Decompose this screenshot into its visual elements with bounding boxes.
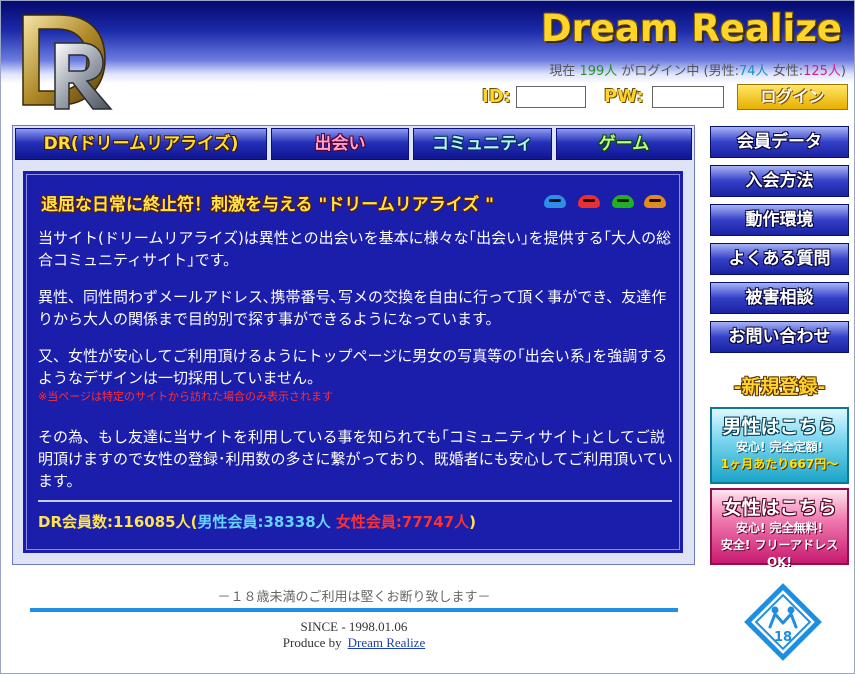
- age-restriction-icon: 18: [744, 583, 822, 661]
- male-register-heading: 男性はこちら: [722, 416, 837, 438]
- orange-character-icon: [644, 195, 666, 208]
- content-inner: 退屈な日常に終止符！刺激を与える "ドリームリアライズ " 当サイト(ドリームリ…: [26, 174, 680, 550]
- login-button[interactable]: ログイン: [737, 84, 848, 110]
- red-character-icon: [578, 195, 600, 208]
- female-members: 女性会員:77747人: [335, 513, 470, 531]
- online-count: 199人: [579, 64, 618, 79]
- community-paragraph: その為、もし友達に当サイトを利用している事を知られても｢コミュニティサイト｣とし…: [38, 428, 673, 490]
- dr-logo[interactable]: [15, 9, 115, 113]
- produce-credit: Produce by Dream Realize: [30, 635, 678, 651]
- male-register-line2: 1ヶ月あたり667円～: [720, 457, 839, 471]
- status-suffix: ): [840, 64, 846, 79]
- female-register-line2: 安全! フリーアドレスOK!: [720, 538, 839, 569]
- footer-divider: [30, 608, 678, 612]
- id-label: ID:: [482, 86, 511, 107]
- counts-close: ): [469, 513, 476, 531]
- design-paragraph: 又、女性が安心してご利用頂けるようにトップページに男女の写真等の｢出会い系｣を強…: [38, 345, 678, 405]
- register-title: -新規登録-: [733, 376, 826, 398]
- tab-dr[interactable]: DR(ドリームリアライズ): [15, 128, 267, 160]
- produce-label: Produce by: [282, 635, 342, 650]
- total-members: DR会員数:116085人(: [38, 513, 198, 531]
- tab-community[interactable]: コミュニティ: [413, 128, 552, 160]
- site-header: Dream Realize 現在 199人 がログイン中 (男性:74人 女性:…: [1, 1, 854, 119]
- sidebar-item-damage-consult[interactable]: 被害相談: [710, 282, 849, 314]
- female-register-heading: 女性はこちら: [722, 497, 837, 519]
- sidebar-item-member-data[interactable]: 会員データ: [710, 126, 849, 158]
- blue-character-icon: [544, 195, 566, 208]
- male-online-count: 74人: [739, 64, 769, 79]
- referral-note: ※当ページは特定のサイトから訪れた場合のみ表示されます: [38, 390, 333, 403]
- login-form: ID: PW: ログイン: [482, 84, 848, 112]
- female-online-count: 125人: [803, 64, 841, 79]
- female-register-line1: 安心! 完全無料!: [735, 521, 824, 535]
- status-sep: 女性:: [772, 64, 804, 79]
- intro-paragraph: 当サイト(ドリームリアライズ)は異性との出会いを基本に様々な｢出会い｣を提供する…: [38, 229, 672, 269]
- content-divider: [38, 500, 672, 502]
- male-register-line1: 安心! 完全定額!: [735, 440, 824, 454]
- id-input[interactable]: [516, 86, 586, 108]
- sidebar-item-environment[interactable]: 動作環境: [710, 204, 849, 236]
- tab-deai[interactable]: 出会い: [271, 128, 409, 160]
- produce-link[interactable]: Dream Realize: [348, 635, 426, 650]
- age-mark-number: 18: [774, 630, 792, 645]
- exchange-paragraph: 異性、同性問わずメールアドレス､携帯番号､写メの交換を自由に行って頂く事ができ、…: [38, 288, 667, 328]
- male-members: 男性会員:38338人: [197, 513, 331, 531]
- tab-game[interactable]: ゲーム: [556, 128, 692, 160]
- site-title: Dream Realize: [540, 7, 842, 50]
- design-text: 又、女性が安心してご利用頂けるようにトップページに男女の写真等の｢出会い系｣を強…: [38, 347, 668, 387]
- member-counts: DR会員数:116085人(男性会員:38338人 女性会員:77747人): [38, 511, 476, 532]
- since-date: SINCE - 1998.01.06: [300, 619, 408, 634]
- main-panel: DR(ドリームリアライズ) 出会い コミュニティ ゲーム 退屈な日常に終止符！刺…: [12, 125, 695, 565]
- sidebar-item-join[interactable]: 入会方法: [710, 165, 849, 197]
- female-register-button[interactable]: 女性はこちら 安心! 完全無料! 安全! フリーアドレスOK!: [710, 488, 849, 569]
- male-register-button[interactable]: 男性はこちら 安心! 完全定額! 1ヶ月あたり667円～: [710, 407, 849, 484]
- sidebar-item-faq[interactable]: よくある質問: [710, 243, 849, 275]
- password-input[interactable]: [652, 86, 724, 108]
- status-mid: がログイン中 (男性:: [621, 64, 740, 79]
- online-status: 現在 199人 がログイン中 (男性:74人 女性:125人): [549, 60, 846, 79]
- age-notice: －１８歳未満のご利用は堅くお断り致します－: [217, 590, 491, 605]
- green-character-icon: [612, 195, 634, 208]
- status-prefix: 現在: [549, 64, 576, 79]
- content-box: 退屈な日常に終止符！刺激を与える "ドリームリアライズ " 当サイト(ドリームリ…: [22, 170, 684, 554]
- sidebar-item-contact[interactable]: お問い合わせ: [710, 321, 849, 353]
- headline: 退屈な日常に終止符！刺激を与える "ドリームリアライズ ": [41, 195, 495, 215]
- pw-label: PW:: [604, 86, 644, 107]
